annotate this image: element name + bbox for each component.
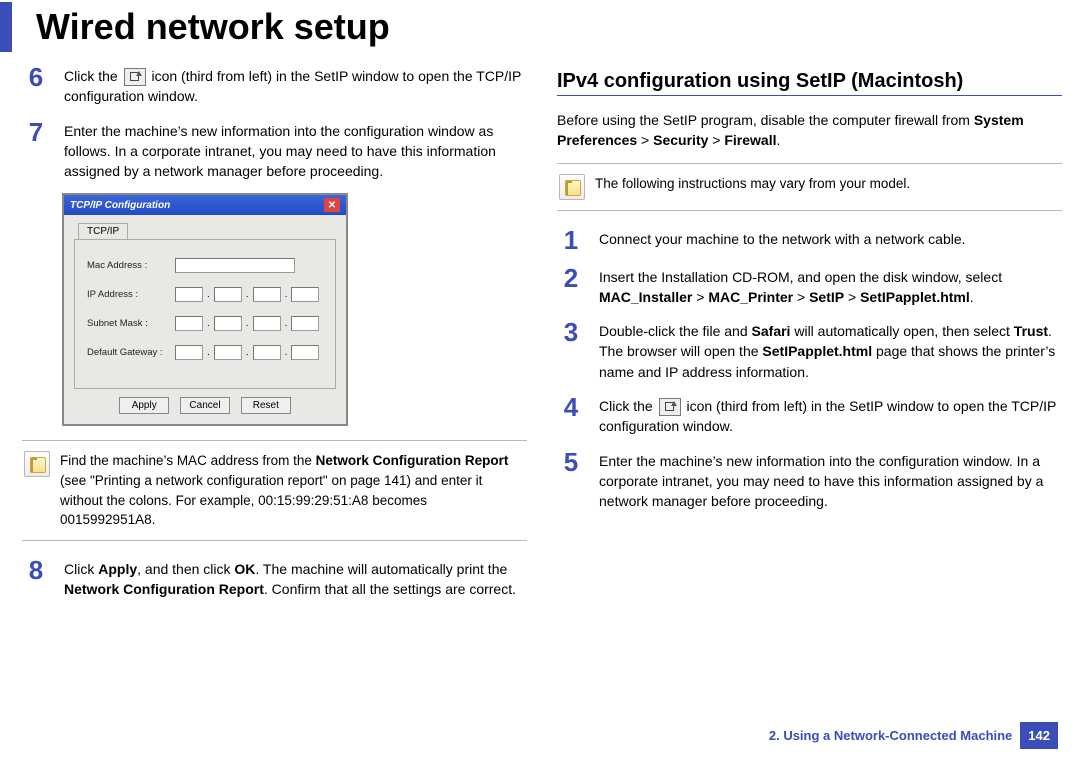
ip-octet-field [253, 287, 281, 302]
gateway-octet-field [253, 345, 281, 360]
step-7: 7 Enter the machine’s new information in… [22, 119, 527, 182]
tcpip-dialog-screenshot: TCP/IP Configuration ✕ TCP/IP Mac Addres… [62, 193, 527, 426]
apply-button: Apply [119, 397, 169, 414]
subnet-octet-field [253, 316, 281, 331]
left-column: 6 Click the icon (third from left) in th… [22, 64, 527, 611]
ip-octet-field [175, 287, 203, 302]
note-icon [559, 174, 585, 200]
page-footer: 2. Using a Network-Connected Machine 142 [769, 722, 1058, 749]
intro-bold: Firewall [724, 132, 776, 148]
page-title: Wired network setup [0, 2, 1080, 52]
step-text-bold: Apply [98, 561, 137, 577]
subnet-octet-field [175, 316, 203, 331]
setip-config-icon [124, 68, 146, 86]
step-3: 3 Double-click the file and Safari will … [557, 319, 1062, 382]
intro-part: Before using the SetIP program, disable … [557, 112, 974, 128]
dialog-title: TCP/IP Configuration [70, 200, 170, 211]
step-text: Click [64, 561, 98, 577]
step-number: 8 [22, 557, 50, 600]
step-text: . Confirm that all the settings are corr… [264, 581, 516, 597]
step-text-bold: MAC_Installer [599, 289, 692, 305]
step-text: , and then click [137, 561, 234, 577]
step-number: 7 [22, 119, 50, 182]
step-text-bold: MAC_Printer [708, 289, 793, 305]
reset-button: Reset [241, 397, 291, 414]
step-text: Insert the Installation CD-ROM, and open… [599, 269, 1002, 285]
dialog-tab: TCP/IP [78, 223, 128, 239]
step-number: 5 [557, 449, 585, 512]
note-box: The following instructions may vary from… [557, 163, 1062, 211]
gateway-label: Default Gateway : [87, 347, 167, 358]
step-6: 6 Click the icon (third from left) in th… [22, 64, 527, 107]
step-text: > [793, 289, 809, 305]
step-text-bold: SetIPapplet.html [860, 289, 970, 305]
step-2: 2 Insert the Installation CD-ROM, and op… [557, 265, 1062, 308]
intro-part: > [637, 132, 653, 148]
step-text-bold: Trust [1014, 323, 1048, 339]
ip-octet-field [214, 287, 242, 302]
step-text: . [970, 289, 974, 305]
setip-config-icon [659, 398, 681, 416]
step-8: 8 Click Apply, and then click OK. The ma… [22, 557, 527, 600]
subnet-octet-field [291, 316, 319, 331]
chapter-label: 2. Using a Network-Connected Machine [769, 728, 1012, 743]
step-text: Double-click the file and [599, 323, 752, 339]
gateway-octet-field [291, 345, 319, 360]
step-text: Click the [599, 398, 653, 414]
note-text: (see "Printing a network configuration r… [60, 473, 482, 527]
intro-part: > [708, 132, 724, 148]
ip-address-label: IP Address : [87, 289, 167, 300]
cancel-button: Cancel [180, 397, 230, 414]
step-text: > [692, 289, 708, 305]
step-number: 2 [557, 265, 585, 308]
step-text: Connect your machine to the network with… [599, 227, 966, 253]
section-heading: IPv4 configuration using SetIP (Macintos… [557, 70, 1062, 96]
gateway-octet-field [175, 345, 203, 360]
note-text: The following instructions may vary from… [595, 174, 910, 200]
step-text: Enter the machine’s new information into… [599, 449, 1062, 512]
step-number: 1 [557, 227, 585, 253]
intro-part: . [777, 132, 781, 148]
close-icon: ✕ [324, 198, 340, 212]
step-5: 5 Enter the machine’s new information in… [557, 449, 1062, 512]
intro-bold: Security [653, 132, 708, 148]
page-number: 142 [1020, 722, 1058, 749]
step-number: 3 [557, 319, 585, 382]
step-text-bold: SetIPapplet.html [762, 343, 872, 359]
note-icon [24, 451, 50, 477]
ip-octet-field [291, 287, 319, 302]
step-text-bold: OK [234, 561, 255, 577]
step-text: Click the [64, 68, 118, 84]
mac-address-label: Mac Address : [87, 260, 167, 271]
subnet-mask-label: Subnet Mask : [87, 318, 167, 329]
step-text: Enter the machine’s new information into… [64, 119, 527, 182]
step-number: 4 [557, 394, 585, 437]
step-1: 1 Connect your machine to the network wi… [557, 227, 1062, 253]
step-text-bold: Safari [752, 323, 791, 339]
step-text-bold: Network Configuration Report [64, 581, 264, 597]
gateway-octet-field [214, 345, 242, 360]
step-text: > [844, 289, 860, 305]
right-column: IPv4 configuration using SetIP (Macintos… [557, 64, 1062, 611]
mac-address-field [175, 258, 295, 273]
dialog-title-bar: TCP/IP Configuration ✕ [64, 195, 346, 215]
note-box: Find the machine’s MAC address from the … [22, 440, 527, 540]
intro-text: Before using the SetIP program, disable … [557, 110, 1062, 151]
step-number: 6 [22, 64, 50, 107]
note-text: Find the machine’s MAC address from the [60, 453, 316, 468]
subnet-octet-field [214, 316, 242, 331]
note-text-bold: Network Configuration Report [316, 453, 509, 468]
step-text: will automatically open, then select [790, 323, 1013, 339]
step-text: . The machine will automatically print t… [255, 561, 507, 577]
step-4: 4 Click the icon (third from left) in th… [557, 394, 1062, 437]
step-text-bold: SetIP [809, 289, 844, 305]
